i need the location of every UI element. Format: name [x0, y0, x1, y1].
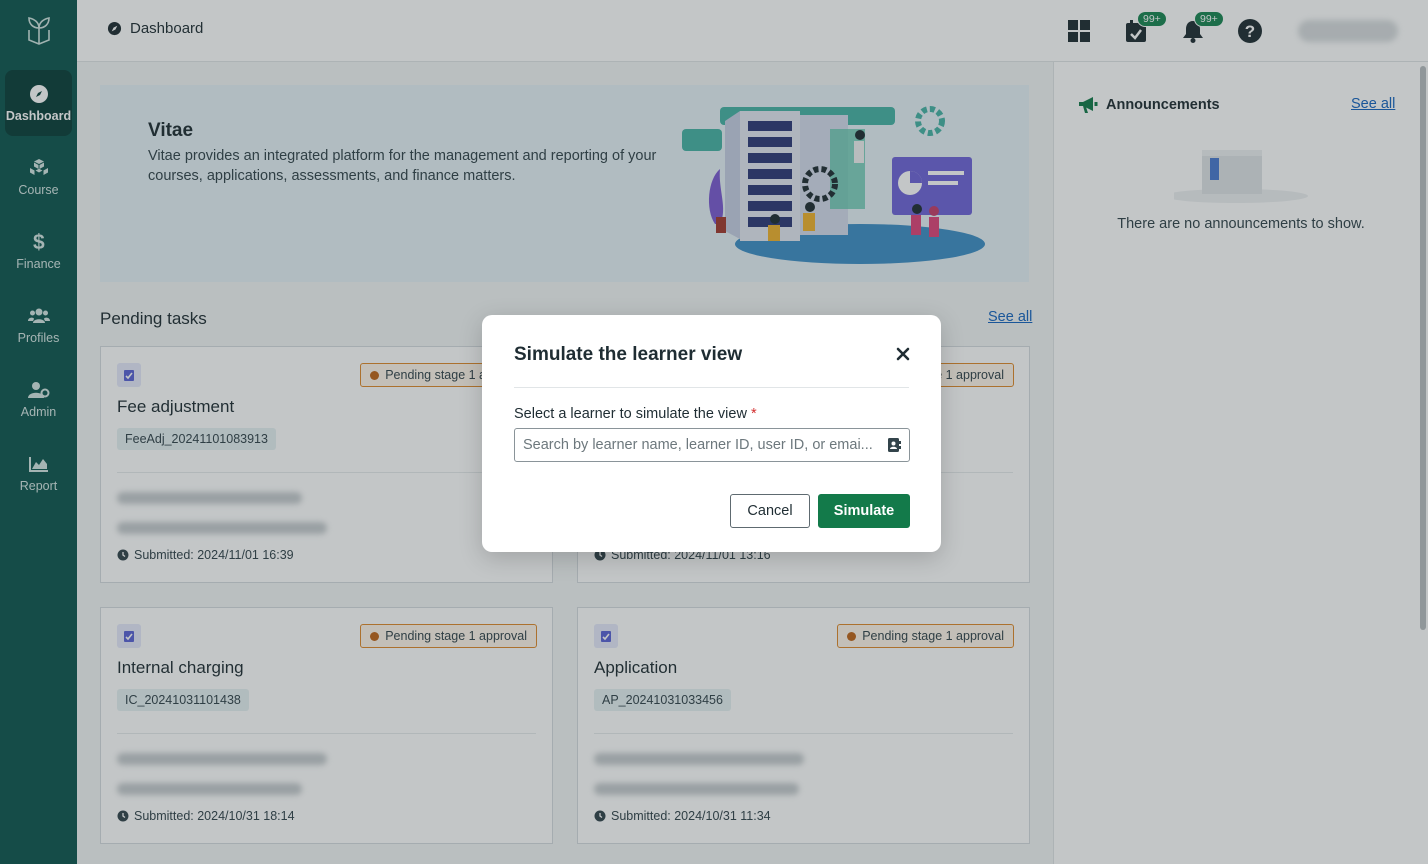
cancel-button[interactable]: Cancel [730, 494, 810, 528]
contact-card-icon[interactable] [887, 437, 901, 453]
dialog-title: Simulate the learner view [514, 344, 743, 365]
learner-search-input[interactable] [514, 428, 910, 462]
simulate-button[interactable]: Simulate [818, 494, 910, 528]
simulate-learner-dialog: Simulate the learner view Select a learn… [482, 315, 941, 552]
learner-field-label-text: Select a learner to simulate the view [514, 406, 747, 422]
required-marker: * [750, 406, 757, 422]
dialog-divider [514, 387, 909, 388]
learner-field-label: Select a learner to simulate the view * [514, 406, 757, 422]
close-icon[interactable] [895, 346, 911, 362]
